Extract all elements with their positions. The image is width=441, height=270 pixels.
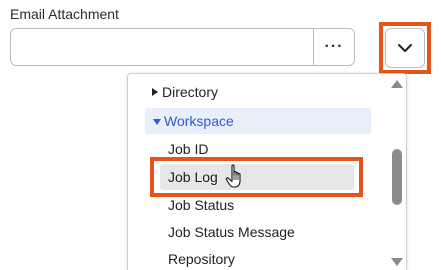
hand-pointer-icon — [225, 164, 241, 188]
scroll-down-arrow-icon[interactable] — [391, 258, 403, 266]
scroll-up-arrow-icon[interactable] — [391, 80, 403, 88]
annotation-highlight-toggle — [379, 22, 431, 74]
triangle-right-icon[interactable] — [152, 88, 158, 96]
tree-item-directory[interactable]: Directory — [162, 84, 218, 100]
triangle-down-icon[interactable] — [153, 119, 161, 125]
email-attachment-label: Email Attachment — [10, 6, 119, 22]
scrollbar-thumb[interactable] — [392, 149, 402, 205]
annotation-highlight-job-log — [150, 157, 363, 197]
list-item-job-status[interactable]: Job Status — [168, 197, 234, 213]
list-item-job-id[interactable]: Job ID — [168, 141, 208, 157]
tree-item-workspace[interactable]: Workspace — [164, 113, 234, 129]
list-item-repository[interactable]: Repository — [168, 251, 235, 267]
email-attachment-input[interactable]: ··· — [10, 28, 355, 66]
browse-ellipsis-button[interactable]: ··· — [313, 29, 354, 65]
list-item-job-status-message[interactable]: Job Status Message — [168, 224, 295, 240]
